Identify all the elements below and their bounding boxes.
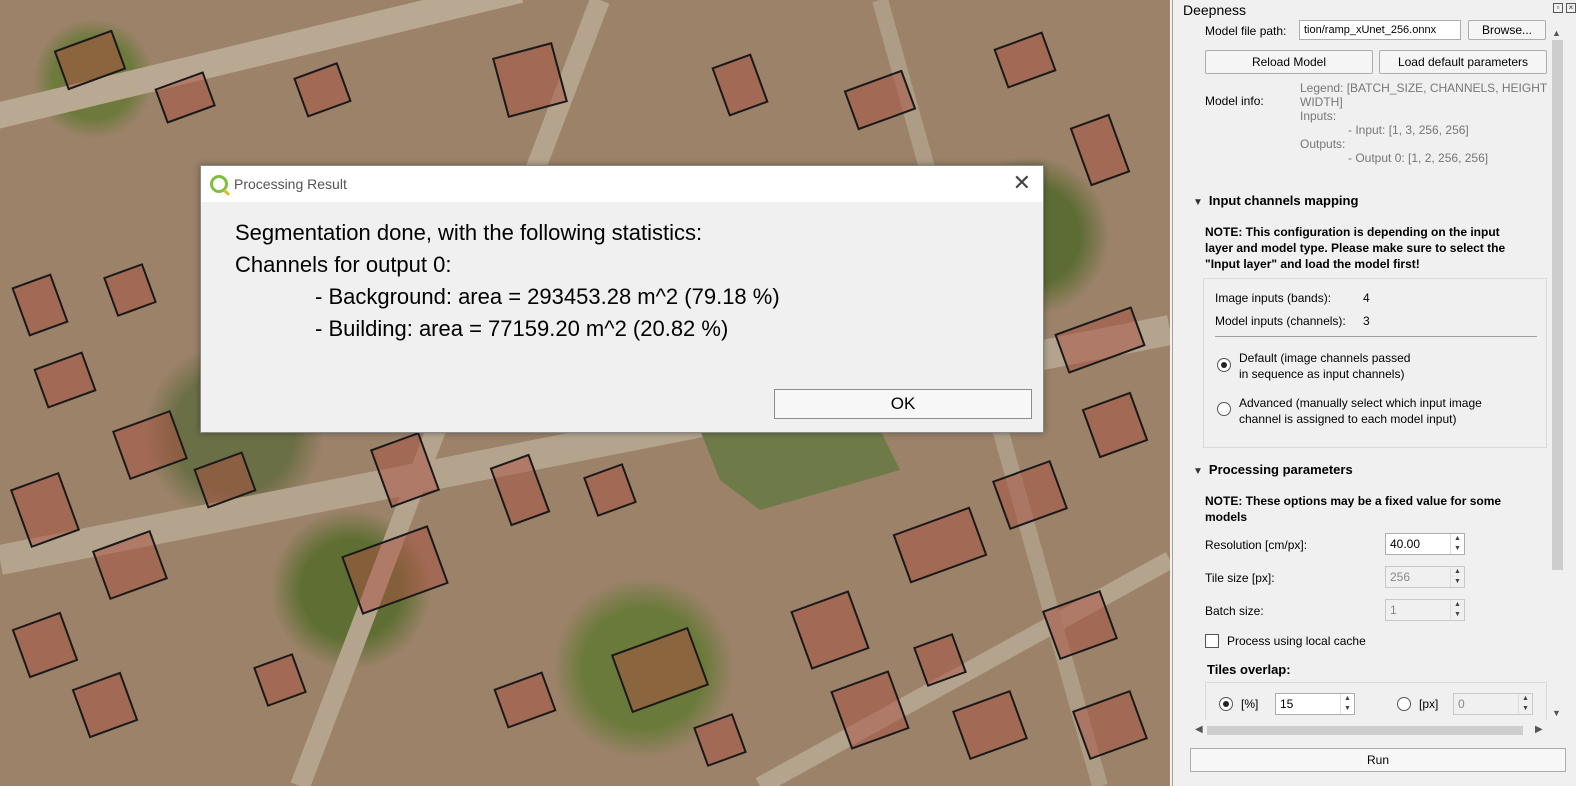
spin-arrows-icon[interactable]: ▲ ▼ — [1450, 534, 1464, 554]
resolution-spinbox[interactable]: 40.00 ▲ ▼ — [1385, 533, 1465, 555]
tile-size-label: Tile size [px]: — [1205, 571, 1275, 585]
resolution-label: Resolution [cm/px]: — [1205, 538, 1308, 552]
radio-default-label-2: in sequence as input channels) — [1239, 367, 1405, 381]
processing-note-line-2: models — [1205, 510, 1248, 524]
channels-note-line-1: NOTE: This configuration is depending on… — [1205, 225, 1500, 239]
tile-size-spinbox[interactable]: 256 ▲ ▼ — [1385, 566, 1465, 588]
deepness-panel: Deepness ▫ × Model file path: tion/ramp_… — [1172, 0, 1576, 786]
model-file-label: Model file path: — [1205, 24, 1287, 38]
processing-note-line-1: NOTE: These options may be a fixed value… — [1205, 494, 1502, 508]
radio-advanced-label-2: channel is assigned to each model input) — [1239, 412, 1457, 426]
spin-arrows-icon[interactable]: ▲ ▼ — [1450, 600, 1464, 620]
local-cache-checkbox[interactable] — [1205, 634, 1219, 648]
model-info-output-shape: - Output 0: [1, 2, 256, 256] — [1348, 151, 1489, 165]
radio-overlap-pixels[interactable] — [1397, 697, 1411, 711]
result-line-1: Segmentation done, with the following st… — [235, 220, 703, 245]
overlap-pixels-value: 0 — [1458, 697, 1465, 711]
result-line-2: Channels for output 0: — [235, 252, 452, 277]
section-title: Processing parameters — [1208, 462, 1353, 477]
close-icon[interactable]: ✕ — [1013, 170, 1031, 196]
vertical-scrollbar[interactable]: ▲ ▼ — [1549, 22, 1566, 722]
load-default-parameters-button[interactable]: Load default parameters — [1379, 50, 1547, 74]
scroll-up-icon[interactable]: ▲ — [1552, 28, 1561, 38]
local-cache-label: Process using local cache — [1227, 634, 1366, 648]
section-title: Input channels mapping — [1208, 193, 1359, 208]
scroll-right-icon[interactable]: ▶ — [1535, 724, 1543, 735]
section-input-channels-mapping[interactable]: ▼ Input channels mapping — [1193, 193, 1358, 208]
overlap-percent-label: [%] — [1241, 697, 1259, 711]
batch-size-label: Batch size: — [1205, 604, 1264, 618]
radio-advanced-channels[interactable] — [1217, 402, 1231, 416]
radio-overlap-percent[interactable] — [1219, 697, 1233, 711]
resolution-value: 40.00 — [1390, 537, 1421, 551]
image-inputs-value: 4 — [1363, 291, 1370, 305]
radio-default-channels[interactable] — [1217, 358, 1231, 372]
tile-size-value: 256 — [1390, 570, 1411, 584]
scrollbar-thumb[interactable] — [1552, 40, 1563, 570]
overlap-percent-spinbox[interactable]: 15 ▲ ▼ — [1275, 693, 1355, 715]
scrollbar-thumb[interactable] — [1207, 726, 1523, 735]
channels-note-line-3: "Input layer" and load the model first! — [1205, 257, 1420, 271]
horizontal-scrollbar[interactable]: ◀ ▶ — [1191, 722, 1547, 739]
dialog-titlebar: Processing Result ✕ — [201, 166, 1043, 202]
model-info-input-shape: - Input: [1, 3, 256, 256] — [1348, 123, 1469, 137]
processing-result-dialog: Processing Result ✕ Segmentation done, w… — [200, 165, 1044, 433]
panel-scroll-area: Model file path: tion/ramp_xUnet_256.onn… — [1191, 20, 1547, 720]
radio-default-label-1: Default (image channels passed — [1239, 351, 1411, 365]
overlap-pixels-spinbox[interactable]: 0 ▲ ▼ — [1453, 693, 1533, 715]
overlap-percent-value: 15 — [1280, 697, 1294, 711]
close-panel-icon[interactable]: × — [1566, 3, 1576, 13]
spin-arrows-icon[interactable]: ▲ ▼ — [1518, 694, 1532, 714]
scroll-down-icon[interactable]: ▼ — [1552, 708, 1561, 718]
model-info-legend-cont: WIDTH] — [1300, 95, 1343, 109]
model-info-label: Model info: — [1205, 94, 1264, 108]
tiles-overlap-label: Tiles overlap: — [1207, 662, 1291, 677]
model-info-outputs: Outputs: — [1300, 137, 1346, 151]
qgis-logo-icon — [210, 175, 228, 193]
ok-button[interactable]: OK — [774, 389, 1032, 419]
collapse-triangle-icon: ▼ — [1193, 466, 1203, 477]
dialog-title: Processing Result — [234, 176, 347, 192]
scroll-left-icon[interactable]: ◀ — [1195, 724, 1203, 735]
collapse-triangle-icon: ▼ — [1193, 197, 1203, 208]
model-inputs-label: Model inputs (channels): — [1215, 314, 1346, 328]
result-line-3: - Background: area = 293453.28 m^2 (79.1… — [315, 284, 780, 309]
reload-model-button[interactable]: Reload Model — [1205, 50, 1373, 74]
browse-button[interactable]: Browse... — [1468, 20, 1546, 40]
channels-note-line-2: layer and model type. Please make sure t… — [1205, 241, 1506, 255]
model-file-input[interactable]: tion/ramp_xUnet_256.onnx — [1299, 20, 1461, 40]
model-info-legend: Legend: [BATCH_SIZE, CHANNELS, HEIGHT, — [1300, 81, 1547, 95]
overlap-pixels-label: [px] — [1419, 697, 1439, 711]
batch-size-value: 1 — [1390, 603, 1397, 617]
float-panel-icon[interactable]: ▫ — [1553, 3, 1563, 13]
section-processing-parameters[interactable]: ▼ Processing parameters — [1193, 462, 1353, 477]
separator — [1215, 336, 1537, 337]
result-line-4: - Building: area = 77159.20 m^2 (20.82 %… — [315, 316, 729, 341]
run-button[interactable]: Run — [1190, 748, 1566, 772]
panel-title: Deepness — [1183, 2, 1247, 18]
spin-arrows-icon[interactable]: ▲ ▼ — [1450, 567, 1464, 587]
image-inputs-label: Image inputs (bands): — [1215, 291, 1332, 305]
batch-size-spinbox[interactable]: 1 ▲ ▼ — [1385, 599, 1465, 621]
model-info-inputs: Inputs: — [1300, 109, 1337, 123]
spin-arrows-icon[interactable]: ▲ ▼ — [1340, 694, 1354, 714]
model-inputs-value: 3 — [1363, 314, 1370, 328]
radio-advanced-label-1: Advanced (manually select which input im… — [1239, 396, 1482, 410]
